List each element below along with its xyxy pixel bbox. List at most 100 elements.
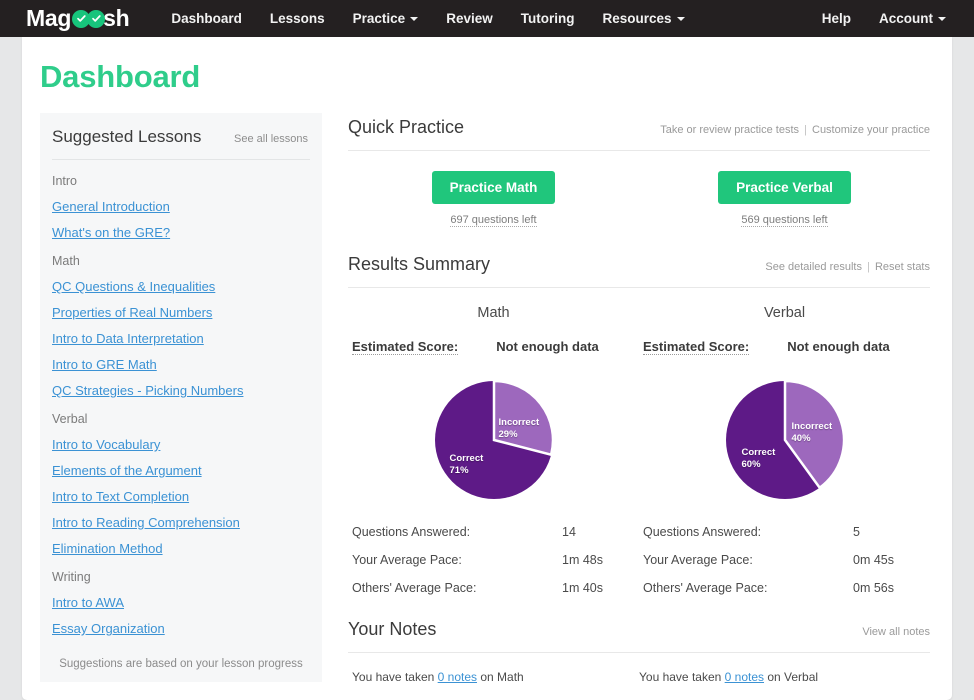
lesson-link[interactable]: Intro to AWA bbox=[52, 595, 310, 610]
math-questions-left[interactable]: 697 questions left bbox=[450, 214, 536, 227]
lesson-link[interactable]: General Introduction bbox=[52, 199, 310, 214]
nav-label-review: Review bbox=[446, 11, 493, 26]
see-all-lessons-link[interactable]: See all lessons bbox=[234, 133, 308, 145]
math-notes-suffix: on Math bbox=[477, 670, 524, 684]
nav-item-resources[interactable]: Resources bbox=[588, 0, 698, 37]
lesson-link[interactable]: Intro to Data Interpretation bbox=[52, 331, 310, 346]
see-detailed-results-link[interactable]: See detailed results bbox=[765, 261, 862, 273]
suggested-lessons-header: Suggested Lessons See all lessons bbox=[40, 127, 322, 147]
nav-label-tutoring: Tutoring bbox=[521, 11, 575, 26]
lesson-group-intro: Intro bbox=[52, 174, 310, 188]
page-card: Dashboard Suggested Lessons See all less… bbox=[22, 37, 952, 700]
math-questions-answered: Questions Answered: 14 bbox=[348, 525, 639, 539]
brand-check-group bbox=[72, 10, 102, 28]
chevron-down-icon bbox=[677, 17, 685, 21]
lesson-link[interactable]: Properties of Real Numbers bbox=[52, 305, 310, 320]
math-score-cell: Estimated Score: Not enough data bbox=[348, 321, 639, 355]
nav-item-account[interactable]: Account bbox=[865, 0, 960, 37]
verbal-notes-link[interactable]: 0 notes bbox=[725, 670, 764, 684]
verbal-score-cell: Estimated Score: Not enough data bbox=[639, 321, 930, 355]
verbal-questions-left[interactable]: 569 questions left bbox=[741, 214, 827, 227]
lesson-link[interactable]: Intro to Text Completion bbox=[52, 489, 310, 504]
stat-label: Others' Average Pace: bbox=[352, 581, 562, 595]
nav-label-practice: Practice bbox=[353, 11, 406, 26]
verbal-pie-cell: Correct 60% Incorrect 40% bbox=[639, 355, 930, 499]
stat-value: 1m 40s bbox=[562, 581, 603, 595]
stat-label: Others' Average Pace: bbox=[643, 581, 853, 595]
take-practice-tests-link[interactable]: Take or review practice tests bbox=[660, 124, 799, 136]
notes-row: You have taken 0 notes on Math You have … bbox=[348, 653, 930, 700]
subject-label-math: Math bbox=[348, 288, 639, 321]
stats-row: Others' Average Pace: 1m 40s Others' Ave… bbox=[348, 581, 930, 609]
lesson-link[interactable]: QC Questions & Inequalities bbox=[52, 279, 310, 294]
chevron-down-icon bbox=[938, 17, 946, 21]
stat-value: 0m 45s bbox=[853, 553, 894, 567]
suggestions-note: Suggestions are based on your lesson pro… bbox=[40, 658, 322, 670]
stat-label: Questions Answered: bbox=[352, 525, 562, 539]
lesson-link[interactable]: Intro to Vocabulary bbox=[52, 437, 310, 452]
quick-practice-section: Quick Practice Take or review practice t… bbox=[348, 113, 930, 228]
lesson-group-math: Math bbox=[52, 254, 310, 268]
brand-suffix: sh bbox=[103, 7, 129, 30]
nav-label-resources: Resources bbox=[602, 11, 671, 26]
top-navbar: Mag sh Dashboard Lessons Practice Review… bbox=[0, 0, 974, 37]
math-column: Math bbox=[348, 288, 639, 321]
lesson-link[interactable]: Elements of the Argument bbox=[52, 463, 310, 478]
practice-buttons-row: Practice Math 697 questions left Practic… bbox=[348, 151, 930, 228]
nav-item-dashboard[interactable]: Dashboard bbox=[157, 0, 256, 37]
view-all-notes-link[interactable]: View all notes bbox=[862, 626, 930, 638]
verbal-notes-prefix: You have taken bbox=[639, 670, 725, 684]
your-notes-header: Your Notes View all notes bbox=[348, 615, 930, 640]
verbal-notes-suffix: on Verbal bbox=[764, 670, 818, 684]
stats-row: Questions Answered: 14 Questions Answere… bbox=[348, 525, 930, 553]
lesson-link[interactable]: QC Strategies - Picking Numbers bbox=[52, 383, 310, 398]
nav-label-help: Help bbox=[822, 11, 851, 26]
math-notes-link[interactable]: 0 notes bbox=[438, 670, 477, 684]
practice-verbal-button[interactable]: Practice Verbal bbox=[718, 171, 851, 204]
lesson-link[interactable]: Elimination Method bbox=[52, 541, 310, 556]
math-notes-cell: You have taken 0 notes on Math bbox=[348, 670, 639, 684]
stats-row: Your Average Pace: 1m 48s Your Average P… bbox=[348, 553, 930, 581]
customize-practice-link[interactable]: Customize your practice bbox=[812, 124, 930, 136]
reset-stats-link[interactable]: Reset stats bbox=[875, 261, 930, 273]
nav-item-practice[interactable]: Practice bbox=[339, 0, 433, 37]
practice-verbal-cell: Practice Verbal 569 questions left bbox=[639, 171, 930, 228]
nav-label-lessons: Lessons bbox=[270, 11, 325, 26]
quick-practice-title: Quick Practice bbox=[348, 117, 464, 138]
link-separator: | bbox=[804, 124, 807, 136]
lesson-group-verbal: Verbal bbox=[52, 412, 310, 426]
main-column: Quick Practice Take or review practice t… bbox=[322, 113, 930, 700]
nav-item-review[interactable]: Review bbox=[432, 0, 507, 37]
practice-math-cell: Practice Math 697 questions left bbox=[348, 171, 639, 228]
results-summary-section: Results Summary See detailed results | R… bbox=[348, 228, 930, 609]
verbal-your-average-pace: Your Average Pace: 0m 45s bbox=[639, 553, 930, 567]
math-estimated-score-label[interactable]: Estimated Score: bbox=[352, 339, 458, 355]
stat-label: Your Average Pace: bbox=[352, 553, 562, 567]
link-separator: | bbox=[867, 261, 870, 273]
practice-math-button[interactable]: Practice Math bbox=[432, 171, 556, 204]
verbal-estimated-score-label[interactable]: Estimated Score: bbox=[643, 339, 749, 355]
page-title: Dashboard bbox=[22, 37, 952, 95]
chevron-down-icon bbox=[410, 17, 418, 21]
nav-item-help[interactable]: Help bbox=[808, 0, 865, 37]
stat-label: Questions Answered: bbox=[643, 525, 853, 539]
stats-table: Questions Answered: 14 Questions Answere… bbox=[348, 499, 930, 609]
verbal-pie-chart: Correct 60% Incorrect 40% bbox=[726, 381, 844, 499]
lesson-link[interactable]: Intro to Reading Comprehension bbox=[52, 515, 310, 530]
lesson-group-writing: Writing bbox=[52, 570, 310, 584]
math-your-average-pace: Your Average Pace: 1m 48s bbox=[348, 553, 639, 567]
results-summary-title: Results Summary bbox=[348, 254, 490, 275]
check-circle-icon-2 bbox=[87, 10, 105, 28]
lesson-link[interactable]: Intro to GRE Math bbox=[52, 357, 310, 372]
lesson-link[interactable]: Essay Organization bbox=[52, 621, 310, 636]
lesson-link[interactable]: What's on the GRE? bbox=[52, 225, 310, 240]
nav-item-tutoring[interactable]: Tutoring bbox=[507, 0, 589, 37]
brand-prefix: Mag bbox=[26, 7, 71, 30]
quick-practice-links: Take or review practice tests | Customiz… bbox=[660, 124, 930, 136]
magoosh-logo[interactable]: Mag sh bbox=[26, 7, 129, 30]
verbal-column: Verbal bbox=[639, 288, 930, 321]
nav-item-lessons[interactable]: Lessons bbox=[256, 0, 339, 37]
verbal-questions-answered: Questions Answered: 5 bbox=[639, 525, 930, 539]
your-notes-title: Your Notes bbox=[348, 619, 436, 640]
nav-label-account: Account bbox=[879, 11, 933, 26]
